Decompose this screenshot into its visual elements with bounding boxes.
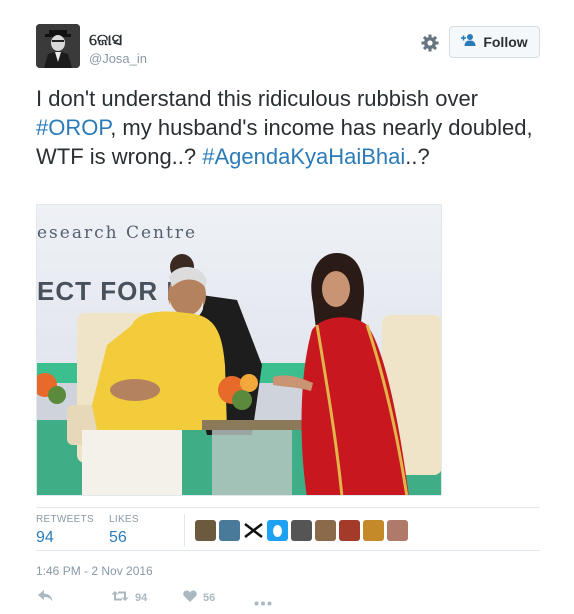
likers-avatars (195, 520, 408, 541)
retweets-value: 94 (36, 529, 54, 546)
banner-text-line2: ECT FOR E (37, 276, 185, 306)
liker-avatar[interactable] (315, 520, 336, 541)
retweets-stat[interactable]: RETWEETS 94 (36, 514, 94, 547)
retweets-label: RETWEETS (36, 514, 94, 525)
liker-avatar[interactable] (339, 520, 360, 541)
retweet-icon (111, 589, 129, 607)
hashtag-link-agenda[interactable]: #AgendaKyaHaiBhai (202, 144, 405, 169)
follow-label: Follow (483, 34, 528, 50)
display-name[interactable]: ଜୋସ (89, 30, 122, 50)
tweet-text-segment: ..? (405, 144, 430, 169)
liker-avatar[interactable] (291, 520, 312, 541)
tweet-text: I don't understand this ridiculous rubbi… (36, 84, 536, 171)
gear-icon[interactable] (420, 33, 440, 53)
liker-avatar[interactable] (243, 520, 264, 541)
tweet-stats: RETWEETS 94 LIKES 56 (36, 507, 540, 551)
tweet-header: ଜୋସ @Josa_in Follow (36, 24, 540, 70)
liker-avatar[interactable] (267, 520, 288, 541)
reply-icon (38, 589, 53, 607)
reply-button[interactable] (38, 589, 53, 607)
stats-divider (184, 514, 185, 546)
liker-avatar[interactable] (195, 520, 216, 541)
tweet-photo[interactable]: esearch Centre ECT FOR E (36, 204, 442, 496)
hashtag-link-orop[interactable]: #OROP (36, 115, 110, 140)
like-count: 56 (203, 592, 216, 604)
follow-button[interactable]: Follow (449, 26, 540, 58)
heart-icon (183, 589, 197, 607)
tweet-actions: 94 56 (36, 589, 540, 609)
liker-avatar[interactable] (387, 520, 408, 541)
liker-avatar[interactable] (363, 520, 384, 541)
more-button[interactable] (254, 593, 272, 611)
tweet-timestamp[interactable]: 1:46 PM - 2 Nov 2016 (36, 564, 153, 578)
user-avatar[interactable] (36, 24, 80, 68)
person-add-icon (461, 33, 477, 52)
more-icon (254, 593, 272, 611)
retweet-button[interactable]: 94 (111, 589, 147, 607)
like-button[interactable]: 56 (183, 589, 215, 607)
likes-stat[interactable]: LIKES 56 (109, 514, 139, 547)
liker-avatar[interactable] (219, 520, 240, 541)
banner-text-line1: esearch Centre (37, 223, 197, 243)
tweet-text-segment: I don't understand this ridiculous rubbi… (36, 86, 479, 111)
likes-label: LIKES (109, 514, 139, 525)
likes-value: 56 (109, 529, 127, 546)
retweet-count: 94 (135, 592, 148, 604)
user-handle[interactable]: @Josa_in (89, 51, 147, 66)
